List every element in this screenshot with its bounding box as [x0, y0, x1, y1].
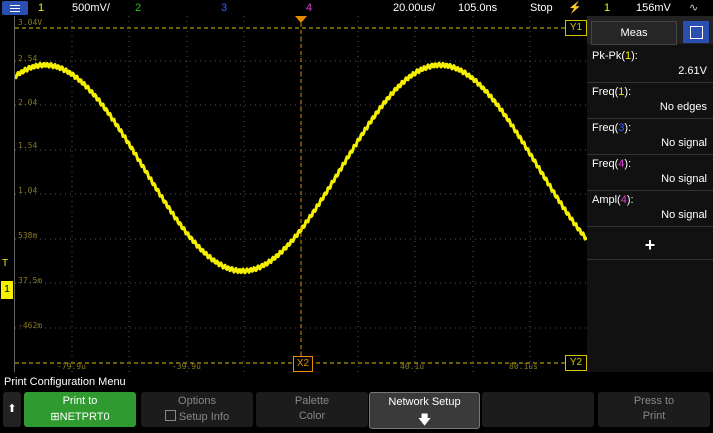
measurement-name: Freq(3): [592, 122, 632, 134]
options-label: Options [178, 395, 216, 407]
channel-1-ground-marker[interactable]: 1 [1, 281, 13, 299]
time-label: 80.1us [509, 362, 538, 371]
measurement-name: Pk-Pk(1): [592, 50, 638, 62]
time-label: 40.1u [400, 362, 425, 371]
up-arrow-button[interactable]: ⬆ [3, 392, 21, 427]
measurement-tab-bar: Meas [587, 16, 713, 45]
measurement-item[interactable]: Pk-Pk(1): 2.61V [587, 48, 713, 83]
measurement-item[interactable]: Freq(1): No edges [587, 84, 713, 119]
add-measurement-button[interactable]: + [587, 231, 713, 260]
status-bar: 1 500mV/ 2 3 4 20.00us/ 105.0ns Stop ⚡ 1… [0, 0, 713, 16]
softkey-bar: ⬆ Print to ⊞NETPRT0 Options Setup Info P… [0, 390, 713, 429]
trigger-source[interactable]: 1 [604, 0, 610, 16]
network-setup-label: Network Setup [388, 396, 461, 408]
graticule-grid [15, 16, 587, 372]
main-menu-button[interactable] [2, 1, 28, 15]
measurement-value: No signal [661, 137, 707, 149]
print-to-value: ⊞NETPRT0 [50, 411, 110, 423]
measurement-panel: Meas Pk-Pk(1): 2.61V Freq(1): No edges Freq(… [587, 16, 713, 372]
measurement-value: No edges [659, 101, 707, 113]
tab-meas[interactable]: Meas [591, 21, 677, 45]
channel-1-scale[interactable]: 500mV/ [72, 0, 110, 16]
trigger-level-marker[interactable]: T [2, 258, 12, 270]
measurement-item[interactable]: Freq(3): No signal [587, 120, 713, 155]
volt-label: 538m [18, 231, 38, 240]
print-to-label: Print to [62, 395, 98, 407]
press-to-print-button[interactable]: Press to Print [598, 392, 710, 427]
channel-1-number[interactable]: 1 [38, 0, 44, 16]
measurement-value: No signal [661, 173, 707, 185]
measurement-item[interactable]: Ampl(4): No signal [587, 192, 713, 227]
menu-title: Print Configuration Menu [0, 375, 713, 389]
volt-label: 2.54 [18, 54, 38, 63]
network-printer-icon: ⊞ [50, 411, 60, 423]
volt-label: 2.04 [18, 98, 38, 107]
x2-cursor-marker[interactable]: X2 [293, 356, 313, 372]
palette-label: Palette [294, 395, 330, 407]
print-label: Print [642, 410, 666, 422]
print-to-button[interactable]: Print to ⊞NETPRT0 [24, 392, 136, 427]
volt-label: 3.04V [18, 18, 43, 27]
run-state[interactable]: Stop [530, 0, 553, 16]
trigger-position-marker [295, 16, 307, 23]
measurement-name: Freq(4): [592, 158, 632, 170]
empty-softkey[interactable] [482, 392, 594, 427]
list-icon[interactable] [683, 21, 709, 43]
measurement-value: 2.61V [678, 65, 707, 77]
network-setup-button[interactable]: Network Setup 🡇 [369, 392, 480, 429]
y2-cursor-marker[interactable]: Y2 [565, 355, 587, 371]
setup-info-checkbox[interactable]: Setup Info [141, 410, 253, 423]
arrow-down-icon: 🡇 [417, 412, 432, 427]
palette-value: Color [298, 410, 326, 422]
y1-cursor-marker[interactable]: Y1 [565, 20, 587, 36]
volt-label: 1.04 [18, 186, 38, 195]
channel-2-number[interactable]: 2 [135, 0, 141, 16]
waveform-display[interactable]: 3.04V 2.54 2.04 1.54 1.04 538m 37.5m -46… [14, 16, 587, 372]
checkbox-icon [164, 410, 176, 421]
horizontal-delay[interactable]: 105.0ns [458, 0, 497, 16]
options-button[interactable]: Options Setup Info [141, 392, 253, 427]
volt-label: 1.54 [18, 141, 38, 150]
timebase-scale[interactable]: 20.00us/ [393, 0, 435, 16]
trigger-icon: ⚡ [568, 2, 582, 14]
measurement-item[interactable]: Freq(4): No signal [587, 156, 713, 191]
trigger-level[interactable]: 156mV [636, 0, 671, 16]
channel-3-number[interactable]: 3 [221, 0, 227, 16]
volt-label: -462m [18, 321, 43, 330]
waveform-icon: ∿ [689, 2, 699, 14]
press-to-label: Press to [633, 395, 675, 407]
left-marker-strip: T 1 [0, 16, 14, 372]
measurement-value: No signal [661, 209, 707, 221]
measurement-name: Freq(1): [592, 86, 632, 98]
volt-label: 37.5m [18, 276, 43, 285]
time-label: -39.9u [172, 362, 201, 371]
measurement-name: Ampl(4): [592, 194, 634, 206]
time-label: -79.9u [57, 362, 86, 371]
channel-4-number[interactable]: 4 [306, 0, 312, 16]
palette-button[interactable]: Palette Color [256, 392, 368, 427]
